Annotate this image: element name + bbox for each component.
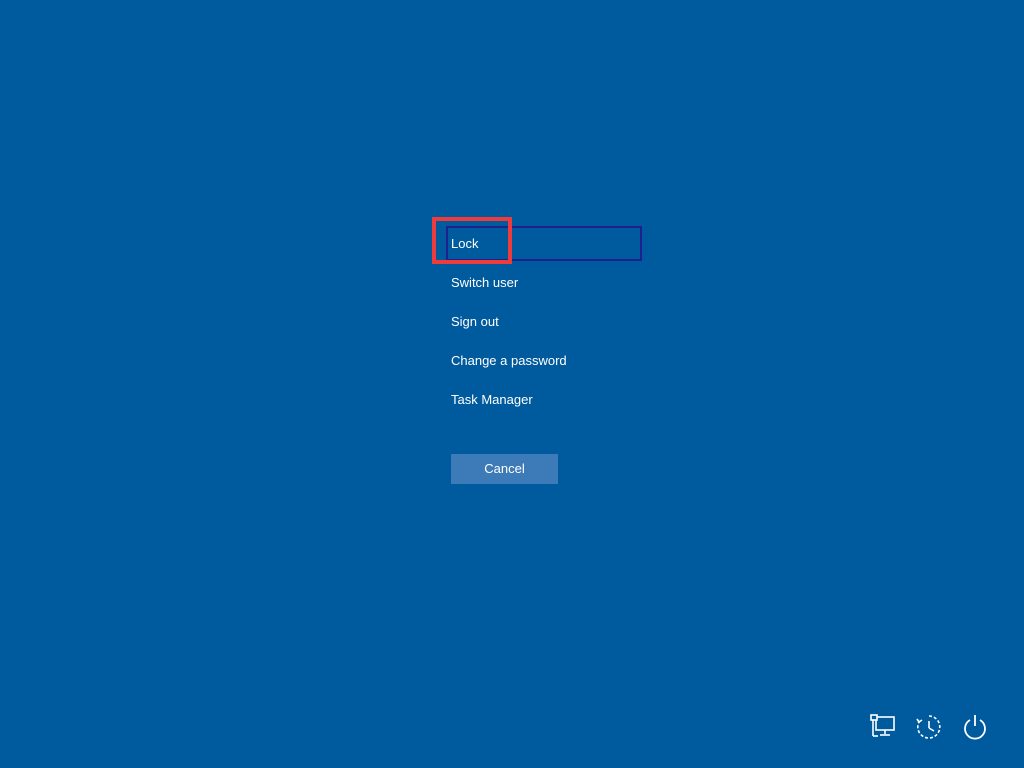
ease-of-access-icon[interactable] bbox=[914, 712, 944, 742]
task-manager-option[interactable]: Task Manager bbox=[444, 380, 644, 419]
switch-user-option[interactable]: Switch user bbox=[444, 263, 644, 302]
change-password-option[interactable]: Change a password bbox=[444, 341, 644, 380]
sign-out-option[interactable]: Sign out bbox=[444, 302, 644, 341]
network-icon[interactable] bbox=[868, 712, 898, 742]
bottom-right-tray bbox=[868, 712, 990, 742]
power-icon[interactable] bbox=[960, 712, 990, 742]
security-options-menu: Lock Switch user Sign out Change a passw… bbox=[444, 224, 644, 419]
lock-option[interactable]: Lock bbox=[444, 224, 644, 263]
cancel-button[interactable]: Cancel bbox=[451, 454, 558, 484]
